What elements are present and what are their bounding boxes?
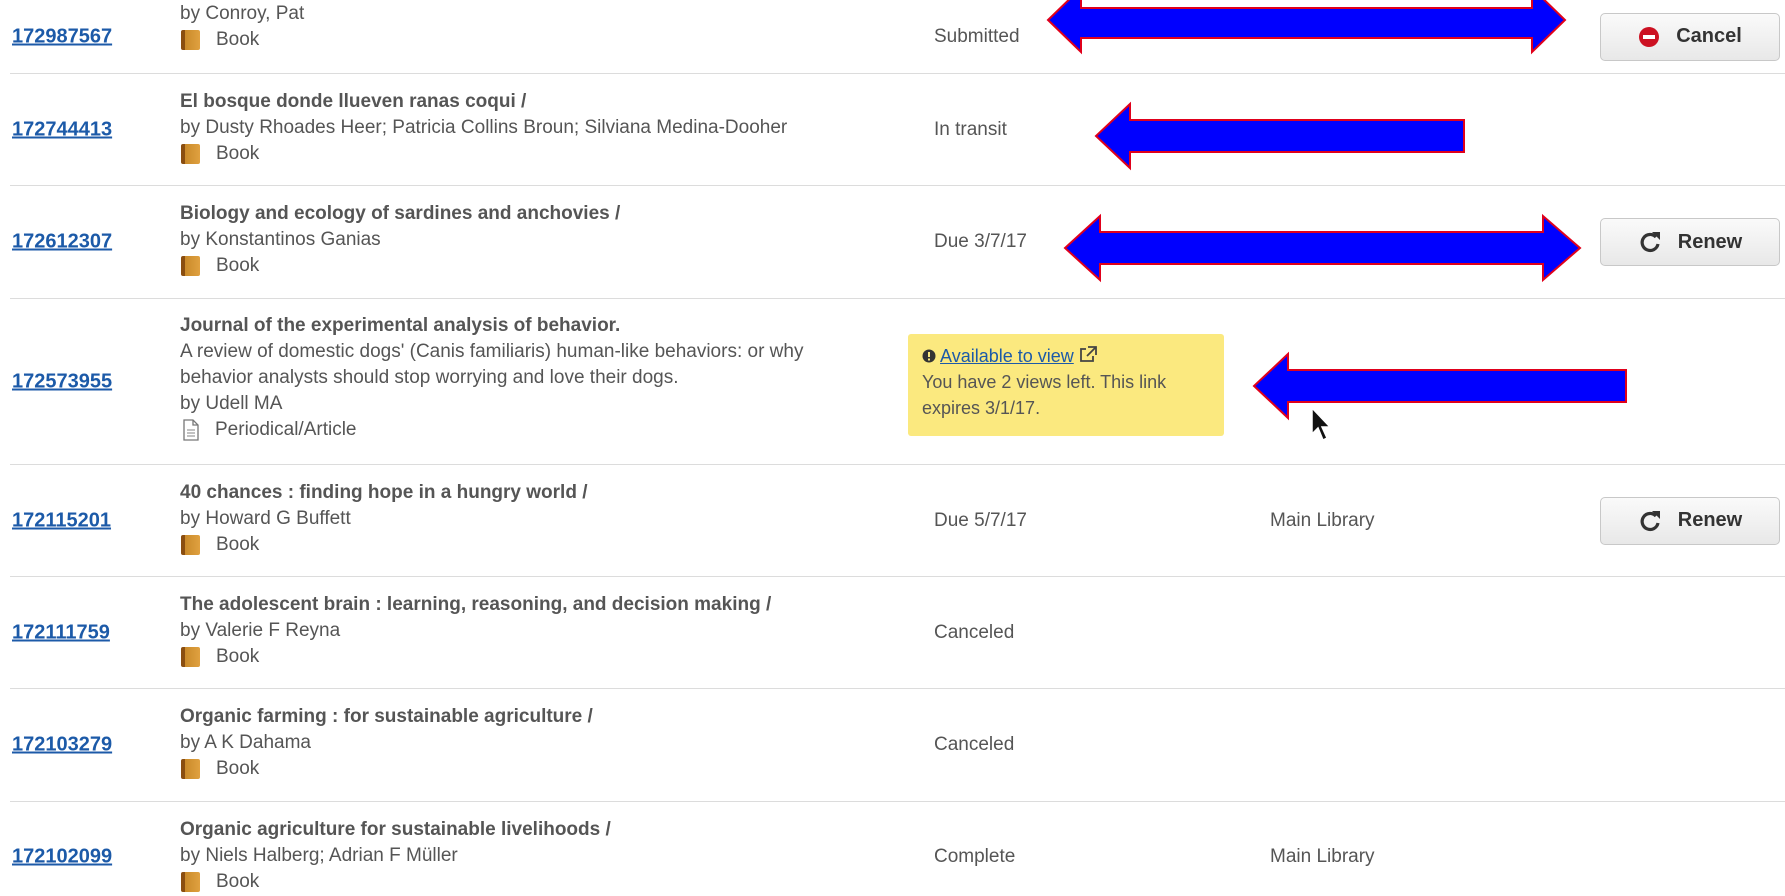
title-text: Journal of the experimental analysis of … xyxy=(180,315,621,336)
status-text: Submitted xyxy=(934,25,1020,47)
status-text: Due 3/7/17 xyxy=(934,231,1027,252)
article-title-text: behavior analysts should stop worrying a… xyxy=(180,367,679,388)
book-icon xyxy=(181,759,200,779)
blue-arrow-annotation xyxy=(1094,101,1465,171)
table-row: 172103279 Organic farming : for sustaina… xyxy=(10,689,1785,802)
title-text: 40 chances : finding hope in a hungry wo… xyxy=(180,482,588,503)
book-icon xyxy=(181,872,200,892)
renew-button[interactable]: Renew xyxy=(1600,218,1780,266)
author-text: by Valerie F Reyna xyxy=(180,620,341,641)
format: Book xyxy=(180,644,771,670)
format: Book xyxy=(180,27,304,53)
author-text: by A K Dahama xyxy=(180,732,311,753)
table-row: 172115201 40 chances : finding hope in a… xyxy=(10,465,1785,577)
format: Book xyxy=(180,869,611,895)
request-id-link[interactable]: 172573955 xyxy=(12,370,112,393)
pickup-library-text: Main Library xyxy=(1270,845,1375,867)
refresh-icon xyxy=(1640,232,1660,253)
notice-text: expires 3/1/17. xyxy=(922,398,1041,418)
status-text: Complete xyxy=(934,845,1016,867)
status-text: Canceled xyxy=(934,621,1015,643)
book-icon xyxy=(181,256,200,276)
external-link-icon xyxy=(1079,346,1097,362)
mouse-pointer-icon xyxy=(1311,407,1332,442)
renew-button[interactable]: Renew xyxy=(1600,496,1780,545)
author-text: by Conroy, Pat xyxy=(180,3,305,24)
table-row: 172744413 El bosque donde llueven ranas … xyxy=(10,74,1785,186)
book-icon xyxy=(181,647,200,667)
author-text: by Dusty Rhoades Heer; Patricia Collins … xyxy=(180,117,788,138)
article-title-text: A review of domestic dogs' (Canis famili… xyxy=(180,341,804,362)
author-text: by Howard G Buffett xyxy=(180,508,351,529)
format: Book xyxy=(180,532,588,558)
format: Book xyxy=(180,141,787,167)
available-to-view-link[interactable]: Available to view xyxy=(940,346,1074,366)
format: Book xyxy=(180,756,593,782)
format: Periodical/Article xyxy=(180,417,803,443)
exclamation-circle-icon xyxy=(922,349,936,363)
format: Book xyxy=(180,253,620,279)
request-id-link[interactable]: 172103279 xyxy=(12,734,112,757)
request-id-link[interactable]: 172612307 xyxy=(12,231,112,254)
author-text: by Konstantinos Ganias xyxy=(180,229,381,250)
notice-text: You have 2 views left. This link xyxy=(922,372,1167,392)
table-row: 172111759 The adolescent brain : learnin… xyxy=(10,577,1785,689)
title-text: The adolescent brain : learning, reasoni… xyxy=(180,594,772,615)
request-id-link[interactable]: 172102099 xyxy=(12,845,112,868)
status-text: In transit xyxy=(934,118,1007,140)
status-text: Due 5/7/17 xyxy=(934,509,1027,531)
book-icon xyxy=(181,30,200,50)
title-text: Biology and ecology of sardines and anch… xyxy=(180,203,621,224)
title-text: El bosque donde llueven ranas coqui / xyxy=(180,91,527,112)
document-icon xyxy=(183,419,199,441)
request-id-link[interactable]: 172111759 xyxy=(12,621,110,644)
book-icon xyxy=(181,535,200,555)
cancel-button[interactable]: Cancel xyxy=(1600,12,1780,61)
blue-arrow-annotation xyxy=(1063,213,1582,283)
refresh-icon xyxy=(1640,510,1660,531)
availability-notice: Available to view You have 2 views left.… xyxy=(908,334,1224,436)
request-id-link[interactable]: 172987567 xyxy=(12,25,112,48)
minus-circle-icon xyxy=(1639,26,1660,47)
title-text: Organic agriculture for sustainable live… xyxy=(180,819,611,840)
pickup-library-text: Main Library xyxy=(1270,509,1375,531)
request-id-link[interactable]: 172744413 xyxy=(12,118,112,141)
blue-arrow-annotation xyxy=(1046,0,1567,55)
table-row: 172102099 Organic agriculture for sustai… xyxy=(10,802,1785,896)
author-text: by Niels Halberg; Adrian F Müller xyxy=(180,845,458,866)
request-id-link[interactable]: 172115201 xyxy=(12,509,111,532)
title-text: Organic farming : for sustainable agricu… xyxy=(180,706,593,727)
blue-arrow-annotation xyxy=(1252,351,1627,421)
author-text: by Udell MA xyxy=(180,393,283,414)
book-icon xyxy=(181,144,200,164)
status-text: Canceled xyxy=(934,734,1015,755)
